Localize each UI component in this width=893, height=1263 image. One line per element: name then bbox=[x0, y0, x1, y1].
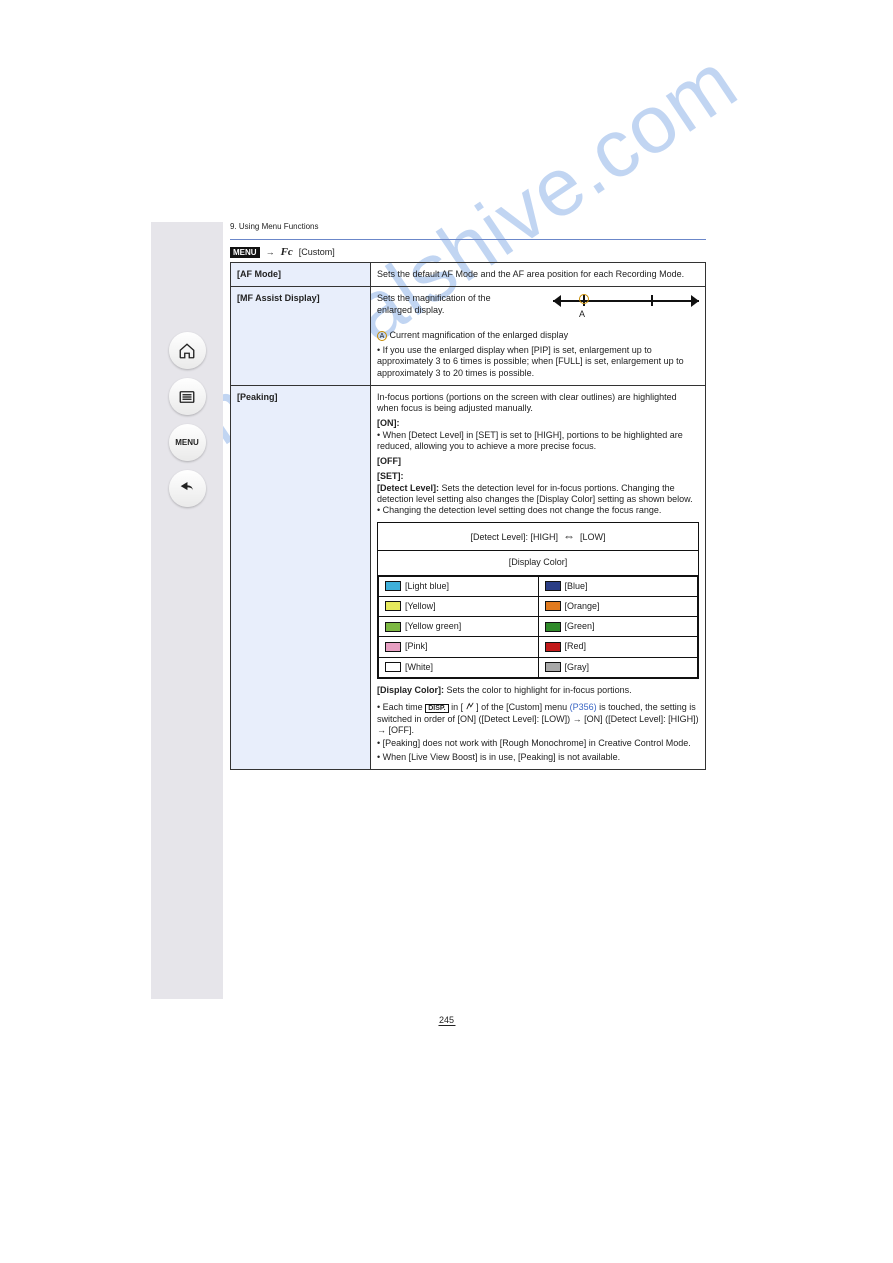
row-label: [AF Mode] bbox=[231, 263, 371, 287]
color-table: [Light blue][Blue][Yellow][Orange][Yello… bbox=[378, 576, 698, 678]
color-cell: [Orange] bbox=[538, 596, 698, 616]
row-desc: Sets the magnification of the enlarged d… bbox=[371, 287, 706, 386]
menu-chip: MENU bbox=[230, 247, 260, 258]
color-mapping-box: [Detect Level]: [HIGH] ⇔ [LOW] [Display … bbox=[377, 522, 699, 679]
peaking-intro: In-focus portions (portions on the scree… bbox=[377, 392, 699, 415]
row-label: [Peaking] bbox=[231, 385, 371, 769]
table-row: [White][Gray] bbox=[379, 657, 698, 677]
triangle-right-icon bbox=[691, 295, 699, 307]
color-cell: [Yellow green] bbox=[379, 617, 539, 637]
color-cell: [Red] bbox=[538, 637, 698, 657]
magnify-slider: A bbox=[553, 293, 699, 309]
foot1-pre: Each time bbox=[383, 702, 426, 712]
page-number: 245 bbox=[438, 1015, 455, 1025]
foot2: [Peaking] does not work with [Rough Mono… bbox=[383, 738, 691, 748]
off-label: [OFF] bbox=[377, 456, 401, 466]
table-row: [Yellow green][Green] bbox=[379, 617, 698, 637]
circle-a-icon: A bbox=[377, 331, 387, 341]
settings-table: [AF Mode] Sets the default AF Mode and t… bbox=[230, 262, 706, 770]
table-row: [Pink][Red] bbox=[379, 637, 698, 657]
page-link[interactable]: (P356) bbox=[570, 702, 597, 712]
peaking-icon bbox=[466, 702, 474, 710]
fc-icon: Fc bbox=[281, 246, 293, 258]
color-cell: [Blue] bbox=[538, 576, 698, 596]
a-desc: Current magnification of the enlarged di… bbox=[390, 330, 569, 340]
breadcrumb: 9. Using Menu Functions bbox=[230, 222, 706, 231]
foot3: When [Live View Boost] is in use, [Peaki… bbox=[383, 752, 620, 762]
foot1-mid2: ] of the [Custom] menu bbox=[474, 702, 570, 712]
on-label: [ON]: bbox=[377, 418, 400, 428]
table-row: [Light blue][Blue] bbox=[379, 576, 698, 596]
double-arrow-icon: ⇔ bbox=[563, 529, 575, 544]
ib-right: [LOW] bbox=[580, 532, 606, 542]
label-A: A bbox=[579, 309, 585, 320]
lead-text: Sets the magnification of the enlarged d… bbox=[377, 293, 507, 316]
color-cell: [Green] bbox=[538, 617, 698, 637]
foot1-mid: in [ bbox=[449, 702, 466, 712]
color-cell: [Pink] bbox=[379, 637, 539, 657]
row-desc: In-focus portions (portions on the scree… bbox=[371, 385, 706, 769]
table-row: [MF Assist Display] Sets the magnificati… bbox=[231, 287, 706, 386]
ib-left: [Detect Level]: [HIGH] bbox=[470, 532, 558, 542]
row-desc: Sets the default AF Mode and the AF area… bbox=[371, 263, 706, 287]
table-row: [AF Mode] Sets the default AF Mode and t… bbox=[231, 263, 706, 287]
page-content: 9. Using Menu Functions MENU → Fc [Custo… bbox=[230, 222, 706, 770]
menu-path: MENU → Fc [Custom] bbox=[230, 246, 706, 262]
list-icon[interactable] bbox=[169, 378, 206, 415]
ib-sub: [Display Color] bbox=[378, 551, 698, 575]
color-cell: [Light blue] bbox=[379, 576, 539, 596]
on-body: When [Detect Level] in [SET] is set to [… bbox=[377, 430, 683, 451]
table-row: [Peaking] In-focus portions (portions on… bbox=[231, 385, 706, 769]
detect-level-label: [Detect Level]: bbox=[377, 483, 439, 493]
color-cell: [White] bbox=[379, 657, 539, 677]
left-sidebar: MENU bbox=[151, 222, 223, 999]
arrow-text: → bbox=[266, 247, 275, 257]
back-icon[interactable] bbox=[169, 470, 206, 507]
home-icon[interactable] bbox=[169, 332, 206, 369]
display-color-label: [Display Color]: bbox=[377, 685, 444, 695]
set-label: [SET]: bbox=[377, 471, 404, 481]
color-cell: [Yellow] bbox=[379, 596, 539, 616]
menu-icon[interactable]: MENU bbox=[169, 424, 206, 461]
table-row: [Yellow][Orange] bbox=[379, 596, 698, 616]
custom-label: [Custom] bbox=[299, 247, 335, 257]
detect-level-note: Changing the detection level setting doe… bbox=[383, 505, 662, 515]
disp-chip: DISP. bbox=[425, 704, 448, 713]
row-label: [MF Assist Display] bbox=[231, 287, 371, 386]
bullet-text: If you use the enlarged display when [PI… bbox=[377, 345, 684, 378]
display-color-body: Sets the color to highlight for in-focus… bbox=[447, 685, 632, 695]
color-cell: [Gray] bbox=[538, 657, 698, 677]
